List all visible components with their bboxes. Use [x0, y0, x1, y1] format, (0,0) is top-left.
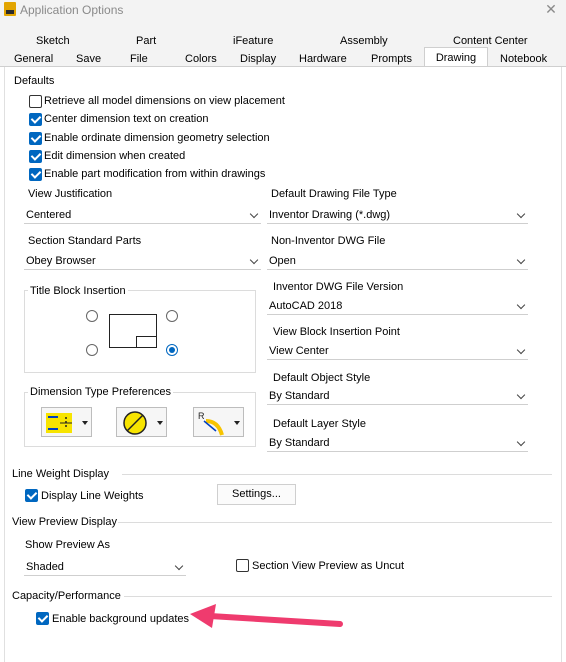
view-preview-divider	[118, 522, 552, 523]
non-inventor-dwg-value: Open	[269, 255, 296, 267]
tab-hardware[interactable]: Hardware	[299, 53, 347, 65]
drawing-file-type-label: Default Drawing File Type	[271, 188, 397, 200]
annotation-arrow-icon	[190, 604, 343, 628]
tab-prompts[interactable]: Prompts	[371, 53, 412, 65]
dwg-version-dropdown[interactable]: AutoCAD 2018	[267, 298, 528, 315]
tab-notebook[interactable]: Notebook	[500, 53, 547, 65]
dwg-version-label: Inventor DWG File Version	[273, 281, 404, 293]
chevron-down-icon	[516, 255, 526, 265]
dropdown-arrow-icon	[82, 421, 88, 425]
show-preview-as-dropdown[interactable]: Shaded	[24, 559, 186, 576]
line-weight-divider	[122, 474, 552, 475]
dropdown-arrow-icon	[157, 421, 163, 425]
tab-ifeature[interactable]: iFeature	[233, 35, 273, 47]
tab-general[interactable]: General	[14, 53, 53, 65]
ordinate-geometry-label: Enable ordinate dimension geometry selec…	[44, 132, 270, 144]
default-layer-style-dropdown[interactable]: By Standard	[267, 435, 528, 452]
title-block-preview-icon	[109, 314, 157, 348]
display-line-weights-label: Display Line Weights	[41, 490, 144, 502]
edit-dimension-checkbox[interactable]	[29, 150, 42, 163]
title-block-radio-bottom-right[interactable]	[166, 344, 178, 356]
drawing-file-type-value: Inventor Drawing (*.dwg)	[269, 209, 391, 221]
chevron-down-icon	[516, 209, 526, 219]
default-object-style-dropdown[interactable]: By Standard	[267, 388, 528, 405]
title-block-radio-top-left[interactable]	[86, 310, 98, 322]
view-preview-heading: View Preview Display	[12, 516, 117, 528]
tab-file[interactable]: File	[130, 53, 148, 65]
show-preview-as-label: Show Preview As	[25, 539, 110, 551]
background-updates-checkbox[interactable]	[36, 612, 49, 625]
center-dimension-checkbox[interactable]	[29, 113, 42, 126]
chevron-down-icon	[516, 390, 526, 400]
view-block-insertion-dropdown[interactable]: View Center	[267, 343, 528, 360]
background-updates-label: Enable background updates	[52, 613, 189, 625]
tab-save[interactable]: Save	[76, 53, 101, 65]
tab-display[interactable]: Display	[240, 53, 276, 65]
dimension-type-preferences-label: Dimension Type Preferences	[28, 386, 174, 398]
radius-dimension-button[interactable]: R	[193, 407, 244, 437]
non-inventor-dwg-dropdown[interactable]: Open	[267, 253, 528, 270]
view-block-insertion-value: View Center	[269, 345, 329, 357]
radius-dimension-icon: R	[198, 411, 224, 436]
tab-assembly[interactable]: Assembly	[340, 35, 388, 47]
drawing-file-type-dropdown[interactable]: Inventor Drawing (*.dwg)	[267, 207, 528, 224]
section-standard-parts-dropdown[interactable]: Obey Browser	[24, 253, 261, 270]
view-justification-label: View Justification	[28, 188, 113, 200]
section-view-uncut-checkbox[interactable]	[236, 559, 249, 572]
close-button[interactable]: ✕	[541, 0, 561, 18]
section-standard-parts-value: Obey Browser	[26, 255, 96, 267]
non-inventor-dwg-label: Non-Inventor DWG File	[271, 235, 386, 247]
title-block-insertion-label: Title Block Insertion	[28, 285, 128, 297]
linear-dimension-icon	[46, 413, 72, 433]
tab-colors[interactable]: Colors	[185, 53, 217, 65]
chevron-down-icon	[516, 300, 526, 310]
line-weight-heading: Line Weight Display	[12, 468, 110, 480]
view-block-insertion-label: View Block Insertion Point	[273, 326, 400, 338]
tab-content-center[interactable]: Content Center	[453, 35, 528, 47]
default-layer-style-label: Default Layer Style	[273, 418, 366, 430]
svg-text:R: R	[198, 411, 205, 421]
section-view-uncut-label: Section View Preview as Uncut	[252, 560, 405, 572]
edit-dimension-label: Edit dimension when created	[44, 150, 186, 162]
app-icon	[4, 2, 16, 16]
default-object-style-label: Default Object Style	[273, 372, 371, 384]
capacity-divider	[124, 596, 552, 597]
view-justification-value: Centered	[26, 209, 72, 221]
capacity-heading: Capacity/Performance	[12, 590, 121, 602]
part-modification-checkbox[interactable]	[29, 168, 42, 181]
chevron-down-icon	[516, 345, 526, 355]
tab-drawing[interactable]: Drawing	[424, 47, 488, 67]
display-line-weights-checkbox[interactable]	[25, 489, 38, 502]
diameter-dimension-button[interactable]	[116, 407, 167, 437]
tab-sketch[interactable]: Sketch	[36, 35, 70, 47]
title-block-radio-bottom-left[interactable]	[86, 344, 98, 356]
section-standard-parts-label: Section Standard Parts	[28, 235, 142, 247]
center-dimension-label: Center dimension text on creation	[44, 113, 209, 125]
default-object-style-value: By Standard	[269, 390, 330, 402]
linear-dimension-button[interactable]	[41, 407, 92, 437]
tab-part[interactable]: Part	[136, 35, 156, 47]
title-block-radio-top-right[interactable]	[166, 310, 178, 322]
retrieve-dimensions-label: Retrieve all model dimensions on view pl…	[44, 95, 285, 107]
view-justification-dropdown[interactable]: Centered	[24, 207, 261, 224]
dropdown-arrow-icon	[234, 421, 240, 425]
window-title: Application Options	[20, 3, 124, 17]
chevron-down-icon	[249, 255, 259, 265]
part-modification-label: Enable part modification from within dra…	[44, 168, 266, 180]
chevron-down-icon	[516, 437, 526, 447]
retrieve-dimensions-checkbox[interactable]	[29, 95, 42, 108]
dwg-version-value: AutoCAD 2018	[269, 300, 343, 312]
diameter-dimension-icon	[123, 411, 147, 435]
default-layer-style-value: By Standard	[269, 437, 330, 449]
show-preview-as-value: Shaded	[26, 561, 64, 573]
chevron-down-icon	[174, 561, 184, 571]
chevron-down-icon	[249, 209, 259, 219]
ordinate-geometry-checkbox[interactable]	[29, 132, 42, 145]
defaults-heading: Defaults	[14, 75, 55, 87]
settings-button[interactable]: Settings...	[217, 484, 296, 505]
